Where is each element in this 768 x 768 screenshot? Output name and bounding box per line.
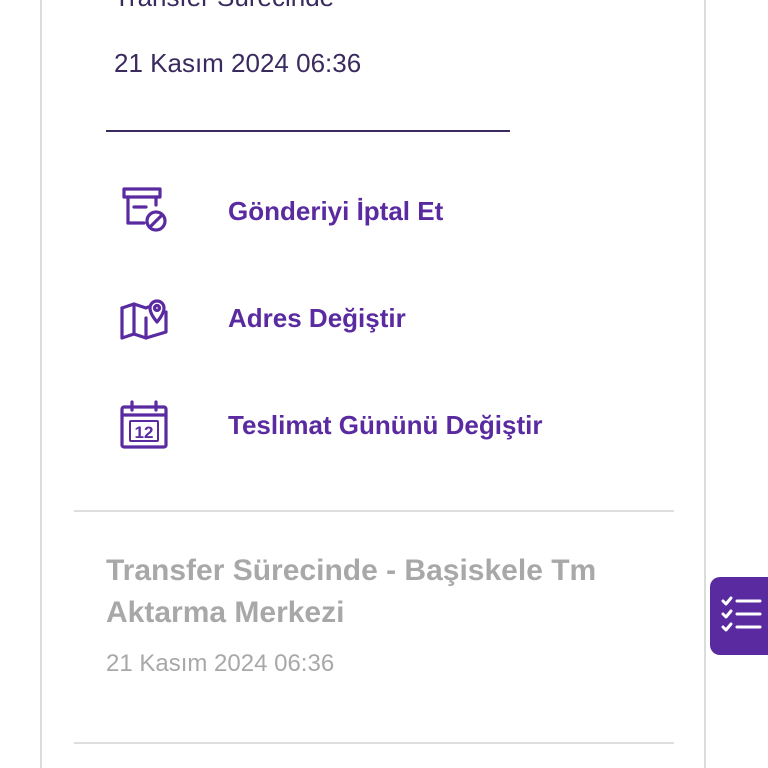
status-title: Transfer Sürecinde	[114, 0, 334, 13]
cancel-shipment-button[interactable]: Gönderiyi İptal Et	[114, 176, 634, 246]
viewport: Transfer Sürecinde 21 Kasım 2024 06:36 G…	[0, 0, 768, 768]
change-delivery-day-label: Teslimat Gününü Değiştir	[228, 409, 543, 440]
status-underline	[106, 130, 510, 132]
checklist-icon	[720, 594, 764, 639]
cancel-shipment-label: Gönderiyi İptal Et	[228, 195, 444, 226]
event-divider	[74, 742, 674, 744]
cancel-shipment-icon	[114, 181, 174, 241]
checklist-fab-button[interactable]	[710, 577, 768, 655]
event-date: 21 Kasım 2024 06:36	[106, 650, 335, 677]
shipment-card: Transfer Sürecinde 21 Kasım 2024 06:36 G…	[40, 0, 706, 768]
map-pin-icon	[114, 288, 174, 348]
change-delivery-day-button[interactable]: 12 Teslimat Gününü Değiştir	[114, 390, 634, 460]
calendar-icon: 12	[114, 395, 174, 455]
section-divider	[74, 510, 674, 512]
svg-text:12: 12	[135, 423, 154, 442]
change-address-button[interactable]: Adres Değiştir	[114, 283, 634, 353]
change-address-label: Adres Değiştir	[228, 302, 406, 333]
status-date: 21 Kasım 2024 06:36	[114, 48, 362, 78]
event-title: Transfer Sürecinde - Başiskele Tm Aktarm…	[106, 554, 597, 629]
